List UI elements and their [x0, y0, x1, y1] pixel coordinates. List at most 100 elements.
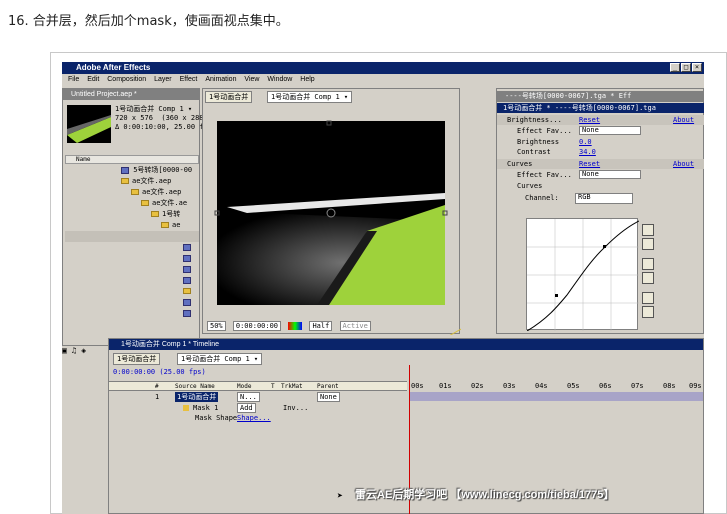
footage-item[interactable]: [65, 297, 199, 308]
project-item[interactable]: ae文件.aep: [65, 176, 199, 187]
zoom-dropdown[interactable]: 50%: [207, 321, 226, 331]
pencil-tool-icon[interactable]: [642, 238, 654, 250]
effect-fav-dropdown[interactable]: None: [579, 170, 641, 179]
timeline-tab-1[interactable]: 1号动画合并: [113, 353, 161, 365]
channel-label: Channel:: [525, 194, 559, 202]
timeline-title: 1号动画合并 Comp 1 * Timeline: [109, 339, 703, 350]
window-titlebar: Adobe After Effects: [62, 62, 704, 74]
mask-shape-label: Mask Shape: [195, 414, 238, 422]
timeline-tab-2[interactable]: 1号动画合并 Comp 1 ▾: [177, 353, 263, 365]
footage-icon: [183, 298, 191, 306]
project-item-selected[interactable]: [65, 231, 199, 242]
window-title: Adobe After Effects: [76, 63, 151, 72]
brightness-value[interactable]: 0.0: [579, 137, 592, 147]
menu-effect[interactable]: Effect: [180, 76, 198, 83]
channel-dropdown[interactable]: RGB: [575, 193, 633, 204]
project-item[interactable]: 5号转场[0000-00: [65, 165, 199, 176]
footage-item[interactable]: [65, 242, 199, 253]
mask-name[interactable]: Mask 1: [193, 403, 218, 413]
ruler-tick: 06s: [599, 382, 612, 390]
footage-icon: [183, 265, 191, 273]
layer-mode-dropdown[interactable]: N...: [237, 392, 260, 402]
folder-item[interactable]: [65, 286, 199, 297]
name-column-header[interactable]: Name: [65, 155, 199, 164]
close-button[interactable]: ×: [692, 63, 702, 72]
project-item-label: 5号转场[0000-00: [133, 166, 193, 174]
menu-file[interactable]: File: [68, 76, 79, 83]
open-icon[interactable]: [642, 258, 654, 270]
effect-name: Brightness...: [507, 116, 562, 124]
menu-composition[interactable]: Composition: [107, 76, 146, 83]
timeline-tabbar: 1号动画合并 1号动画合并 Comp 1 ▾: [113, 353, 413, 365]
smooth-icon[interactable]: [642, 292, 654, 304]
effect-curves-header[interactable]: Curves Reset About: [497, 159, 704, 169]
project-item[interactable]: ae文件.ae: [65, 198, 199, 209]
footage-item[interactable]: [65, 308, 199, 319]
menu-layer[interactable]: Layer: [154, 76, 172, 83]
mask-mode-dropdown[interactable]: Add: [237, 403, 256, 413]
ruler-tick: 04s: [535, 382, 548, 390]
curve-tool-icon[interactable]: [642, 224, 654, 236]
about-link[interactable]: About: [673, 115, 694, 125]
project-item-label: ae文件.aep: [142, 188, 182, 196]
mask-row[interactable]: Mask 1 Add Inv...: [109, 403, 407, 413]
mask-inverted-checkbox[interactable]: Inv...: [283, 403, 308, 413]
menu-animation[interactable]: Animation: [205, 76, 236, 83]
resolution-dropdown[interactable]: Half: [309, 321, 333, 331]
mask-path-overlay: [214, 120, 461, 335]
maximize-button[interactable]: □: [681, 63, 691, 72]
effect-fav-dropdown[interactable]: None: [579, 126, 641, 135]
menu-help[interactable]: Help: [300, 76, 314, 83]
panel-tools-icons[interactable]: ▣ ♫ ◈: [62, 346, 106, 358]
ruler-tick: 09s: [689, 382, 702, 390]
minimize-button[interactable]: _: [670, 63, 680, 72]
active-camera-dropdown[interactable]: Active: [339, 321, 371, 331]
mask-shape-value[interactable]: Shape...: [237, 413, 271, 423]
folder-icon: [141, 200, 149, 206]
color-channels-icon[interactable]: [288, 322, 303, 330]
layer-row[interactable]: 1 1号动画合并 N... None: [109, 392, 407, 402]
contrast-value[interactable]: 34.0: [579, 147, 596, 157]
reset-link[interactable]: Reset: [579, 159, 600, 169]
curves-graph[interactable]: [526, 218, 640, 332]
save-icon[interactable]: [642, 272, 654, 284]
layer-duration-bar[interactable]: [409, 392, 703, 401]
linear-icon[interactable]: [642, 306, 654, 318]
project-item[interactable]: ae文件.aep: [65, 187, 199, 198]
step-caption: 16. 合并层，然后加个mask，使画面视点集中。: [8, 14, 289, 29]
reset-link[interactable]: Reset: [579, 115, 600, 125]
col-trkmat[interactable]: TrkMat: [281, 382, 303, 391]
footage-item[interactable]: [65, 275, 199, 286]
time-ruler[interactable]: 00s 01s 02s 03s 04s 05s 06s 07s 08s 09s: [409, 381, 703, 391]
composition-panel: 1号动画合并 1号动画合并 Comp 1 ▾ 50% 0:00:00:00 Ha…: [202, 88, 461, 335]
col-mode[interactable]: Mode: [237, 382, 251, 391]
col-t: T: [271, 383, 275, 390]
col-source-name[interactable]: Source Name: [175, 382, 215, 391]
menu-edit[interactable]: Edit: [87, 76, 99, 83]
ruler-tick: 00s: [411, 382, 424, 390]
effect-fav-row: Effect Fav... None: [497, 170, 704, 180]
footage-item[interactable]: [65, 253, 199, 264]
current-time-field[interactable]: 0:00:00:00: [232, 321, 282, 331]
project-item-label: ae文件.aep: [132, 177, 172, 185]
brightness-row: Brightness 0.0: [497, 137, 704, 147]
effect-brightness-header[interactable]: Brightness... Reset About: [497, 115, 704, 125]
menu-bar: File Edit Composition Layer Effect Anima…: [62, 74, 704, 86]
project-item[interactable]: ae: [65, 220, 199, 231]
menu-view[interactable]: View: [244, 76, 259, 83]
layer-parent-dropdown[interactable]: None: [317, 392, 340, 402]
footage-item[interactable]: [65, 264, 199, 275]
curves-row: Curves: [497, 181, 704, 191]
col-parent[interactable]: Parent: [317, 382, 339, 391]
contrast-row: Contrast 34.0: [497, 147, 704, 157]
project-item[interactable]: 1号转: [65, 209, 199, 220]
menu-window[interactable]: Window: [267, 76, 292, 83]
footage-icon: [183, 254, 191, 262]
layer-name[interactable]: 1号动画合并: [175, 392, 219, 402]
mask-shape-row[interactable]: Mask Shape Shape...: [109, 413, 407, 423]
ruler-tick: 02s: [471, 382, 484, 390]
project-panel-title: Untitled Project.aep *: [63, 89, 199, 100]
about-link[interactable]: About: [673, 159, 694, 169]
timeline-current-time[interactable]: 0:00:00:00 (25.00 fps): [113, 368, 206, 376]
folder-icon: [121, 178, 129, 184]
